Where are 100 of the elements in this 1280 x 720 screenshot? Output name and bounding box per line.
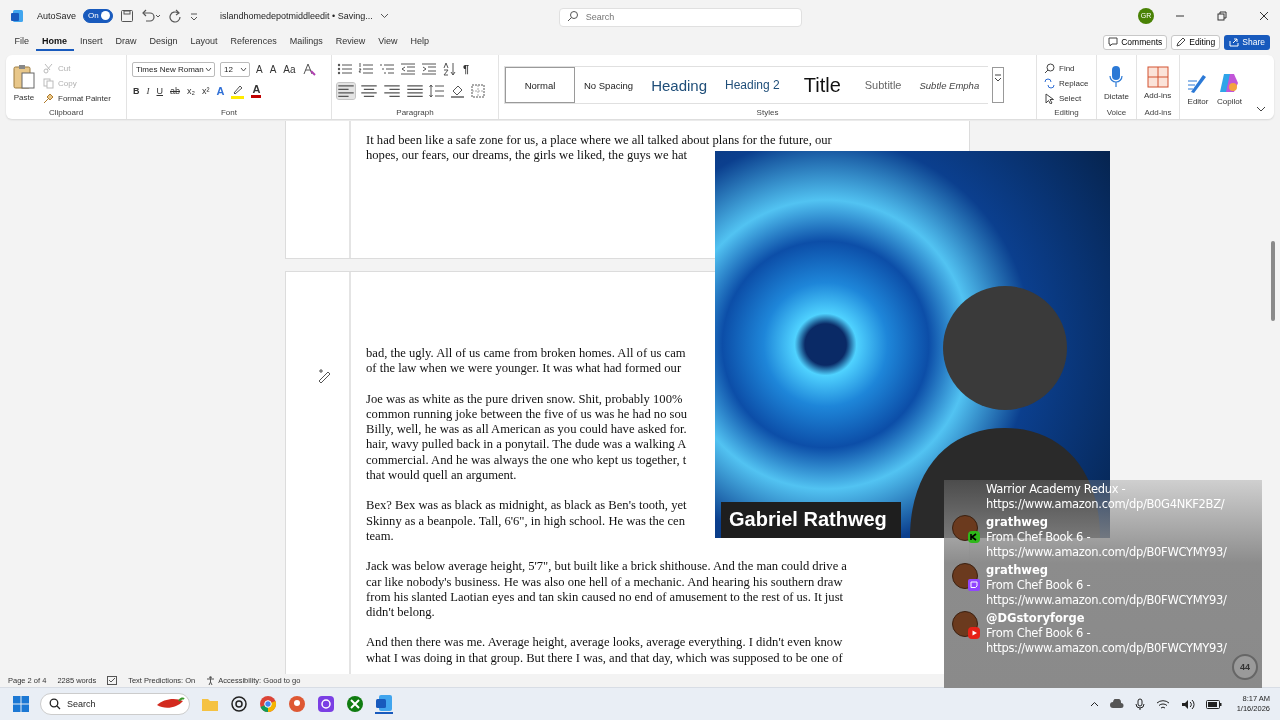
ribbon-tab[interactable]: Design bbox=[143, 33, 185, 51]
text-line: Skinny as a beanpole. Tall, 6'6", in high school. He was the cen bbox=[366, 513, 685, 529]
redo-icon[interactable] bbox=[168, 8, 183, 23]
search-field[interactable]: Search bbox=[558, 7, 802, 27]
microphone-icon[interactable] bbox=[1134, 698, 1145, 710]
chevron-down-icon[interactable] bbox=[379, 11, 389, 20]
font-size-button[interactable]: A bbox=[268, 63, 278, 75]
chevron-up-icon[interactable] bbox=[1089, 699, 1099, 709]
ring-app-icon[interactable] bbox=[317, 695, 335, 713]
ribbon-tab[interactable]: Review bbox=[329, 33, 372, 51]
text-effects-button[interactable]: A bbox=[215, 85, 226, 97]
restore-icon[interactable] bbox=[1217, 10, 1227, 21]
text-line: car like nobody's business. He was also one hell of a mechanic. And hearing his southern draw bbox=[366, 574, 843, 590]
font-size-button[interactable]: A bbox=[255, 63, 264, 75]
format-button[interactable]: U bbox=[155, 86, 164, 96]
share-icon bbox=[1229, 37, 1240, 47]
text-line: team. bbox=[366, 528, 394, 545]
font-size-button[interactable]: Aa bbox=[282, 63, 297, 75]
magic-pen-icon[interactable] bbox=[317, 367, 333, 383]
ribbon-tab[interactable]: References bbox=[224, 33, 284, 51]
circle-app-icon[interactable] bbox=[288, 695, 306, 713]
ribbon-tab[interactable]: Insert bbox=[73, 33, 110, 51]
x-app-icon[interactable] bbox=[346, 695, 364, 713]
editing-command[interactable]: Find bbox=[1042, 61, 1091, 75]
text-line: Joe was as white as the pure driven snow. Shit, probably 100% bbox=[366, 391, 683, 407]
ribbon-tab[interactable]: Home bbox=[35, 33, 74, 51]
ribbon-tab[interactable]: View bbox=[371, 33, 405, 51]
line-spacing-icon[interactable] bbox=[429, 84, 445, 98]
more-styles-button[interactable] bbox=[992, 67, 1005, 103]
editing-command[interactable]: Replace bbox=[1042, 76, 1091, 90]
text-line: that would quell an argument. bbox=[366, 468, 517, 484]
chat-message-line: From Chef Book 6 - bbox=[986, 530, 1092, 545]
format-button[interactable]: x² bbox=[201, 86, 211, 96]
highlighter-icon[interactable] bbox=[230, 83, 247, 99]
group-label: Paragraph bbox=[395, 108, 435, 119]
document-app-icon[interactable] bbox=[375, 694, 393, 714]
font-name-field[interactable]: Times New Roman bbox=[132, 61, 215, 77]
ribbon-tab[interactable]: Draw bbox=[109, 33, 144, 51]
ribbon-knot-icon bbox=[1218, 71, 1241, 94]
clear-formatting-icon[interactable] bbox=[301, 62, 316, 76]
align-left-icon[interactable] bbox=[337, 83, 355, 99]
streamer-name-label: Gabriel Rathweg bbox=[721, 502, 901, 538]
share-button[interactable]: Share bbox=[1224, 34, 1270, 50]
wifi-icon[interactable] bbox=[1155, 698, 1170, 710]
autosave-toggle[interactable]: On bbox=[83, 8, 114, 23]
document-title[interactable]: islandhomedepotmiddleedit • Saving... bbox=[220, 10, 373, 21]
dictate-button[interactable]: Dictate bbox=[1102, 63, 1131, 103]
align-right-icon[interactable] bbox=[383, 83, 401, 99]
cloud-icon[interactable] bbox=[1109, 699, 1124, 709]
font-size-field[interactable]: 12 bbox=[220, 61, 250, 77]
play-badge-icon bbox=[968, 627, 980, 639]
editing-command[interactable]: Select bbox=[1042, 91, 1091, 105]
group-label: Styles bbox=[755, 108, 780, 119]
ribbon-tab[interactable]: Help bbox=[404, 33, 436, 51]
tool-button[interactable]: Copilot bbox=[1215, 69, 1244, 108]
knot-icon[interactable] bbox=[230, 695, 248, 713]
speaker-icon[interactable] bbox=[1180, 698, 1195, 710]
align-justify-icon[interactable] bbox=[406, 83, 424, 99]
format-button[interactable]: ab bbox=[169, 86, 181, 96]
multilevel-list-icon[interactable] bbox=[379, 62, 395, 76]
clipboard-command[interactable]: Format Painter bbox=[41, 91, 113, 105]
group-label: Voice bbox=[1105, 108, 1128, 119]
close-icon[interactable] bbox=[1259, 10, 1269, 21]
start-icon[interactable] bbox=[13, 696, 29, 712]
sort-icon[interactable] bbox=[442, 62, 458, 76]
replace-icon bbox=[1044, 77, 1055, 89]
text-line: what I was doing in that group. But there I was, and that day, which was supposed to be one of bbox=[366, 650, 843, 667]
paste-button[interactable]: Paste bbox=[11, 62, 37, 104]
battery-icon[interactable] bbox=[1205, 699, 1222, 709]
ribbon-tab[interactable]: File bbox=[8, 33, 36, 51]
save-icon[interactable] bbox=[120, 8, 135, 23]
chevron-down-icon bbox=[994, 74, 1003, 82]
comment-icon bbox=[1108, 37, 1119, 47]
ribbon-tab[interactable]: Layout bbox=[184, 33, 225, 51]
chat-message-line: https://www.amazon.com/dp/B0FWCYMY93/ bbox=[986, 593, 1227, 608]
undo-icon[interactable] bbox=[141, 8, 162, 23]
text-line: from his slanted Laotian eyes and tan skin caused no end of amusement to the rest of us. It just bbox=[366, 589, 844, 606]
text-line: And then there was me. Average height, average looks, average everything. I didn't even know bbox=[366, 635, 843, 651]
ribbon-tab[interactable]: Mailings bbox=[283, 33, 330, 51]
show-formatting-marks-button[interactable]: ¶ bbox=[463, 63, 470, 75]
text-line: hopes, our fears, our dreams, the girls we liked, the guys we hat bbox=[366, 148, 688, 164]
format-button[interactable]: I bbox=[145, 86, 151, 96]
tool-button[interactable]: Editor bbox=[1185, 69, 1211, 108]
proofing-icon[interactable] bbox=[107, 676, 118, 685]
style-option[interactable]: Normal bbox=[505, 67, 575, 103]
bullets-icon[interactable] bbox=[337, 62, 353, 76]
browser-icon[interactable] bbox=[259, 695, 277, 713]
editing-mode-button[interactable]: Editing bbox=[1171, 34, 1221, 50]
platform-badge-icon bbox=[968, 531, 980, 543]
taskbar-search[interactable]: Search bbox=[40, 693, 190, 715]
align-center-icon[interactable] bbox=[360, 83, 378, 99]
format-button[interactable]: B bbox=[132, 86, 141, 96]
comments-button[interactable]: Comments bbox=[1103, 34, 1168, 50]
clipboard-icon bbox=[13, 64, 35, 90]
shading-icon[interactable] bbox=[450, 84, 466, 98]
add-ins-button[interactable]: Add-ins bbox=[1142, 64, 1174, 102]
collapse-ribbon-icon[interactable] bbox=[1256, 105, 1266, 113]
chat-username: grathweg bbox=[986, 515, 1049, 530]
font-color-button[interactable]: A bbox=[251, 84, 262, 98]
format-button[interactable]: x₂ bbox=[186, 86, 196, 96]
